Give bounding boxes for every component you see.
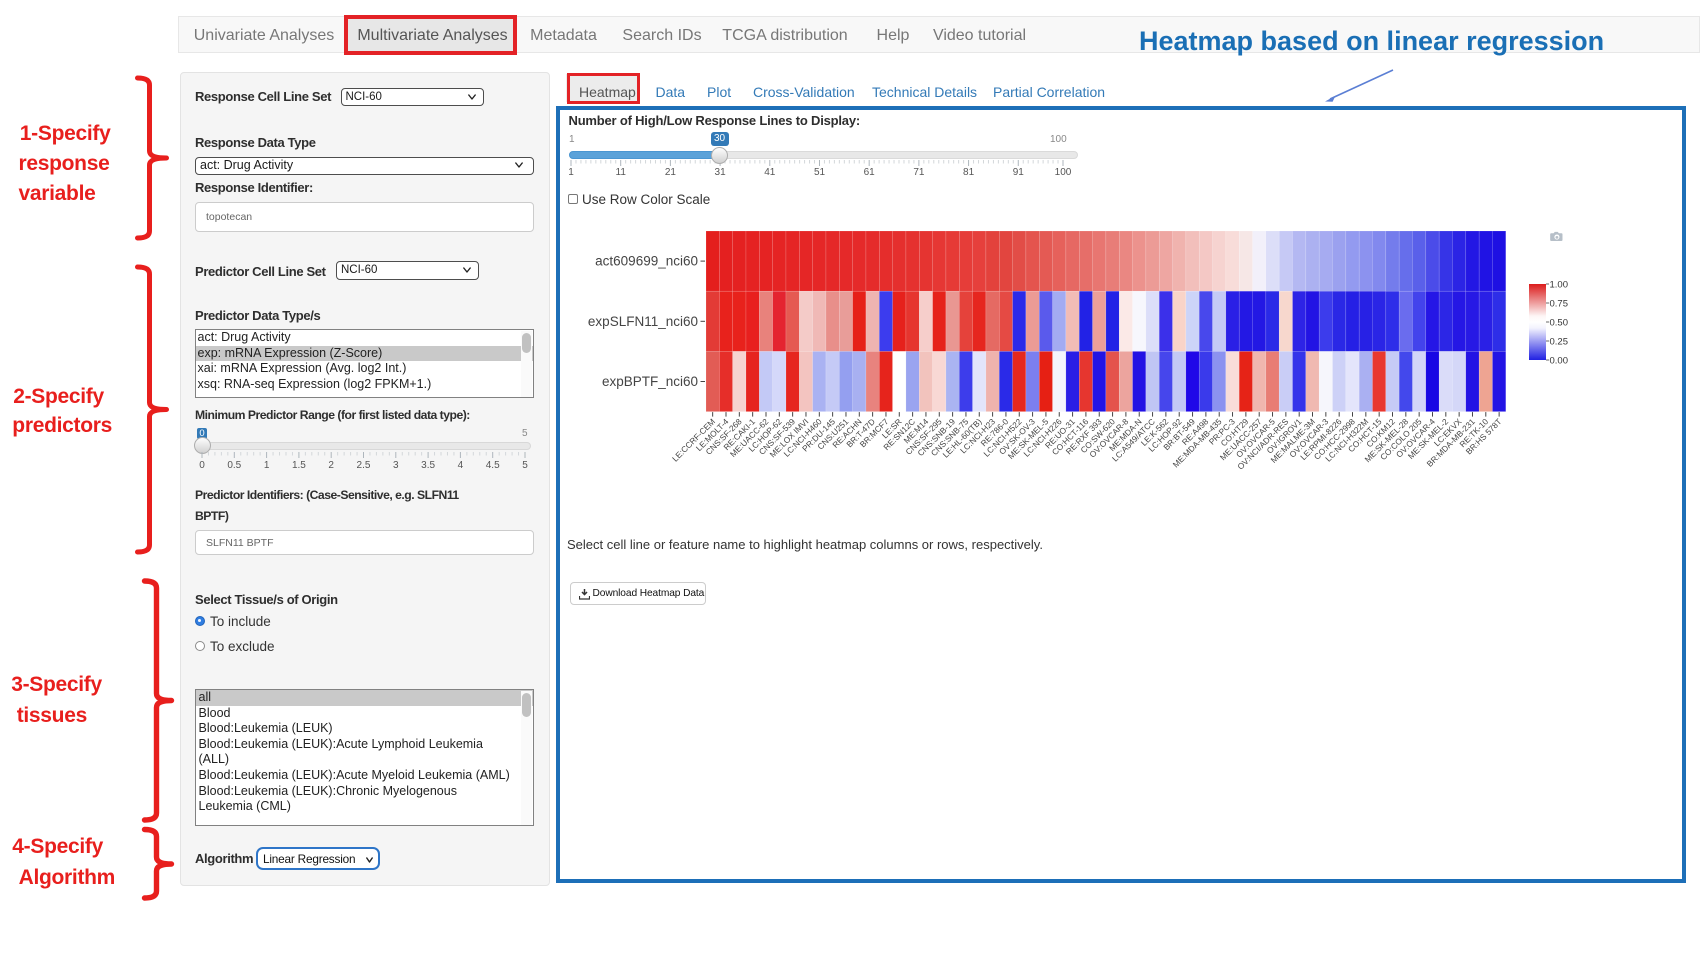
svg-text:act609699_nci60: act609699_nci60 <box>595 254 698 269</box>
svg-text:71: 71 <box>913 167 925 178</box>
svg-text:5: 5 <box>522 460 528 471</box>
svg-text:4: 4 <box>458 460 464 471</box>
svg-text:0.75: 0.75 <box>1550 299 1569 310</box>
svg-text:91: 91 <box>1013 167 1025 178</box>
svg-text:21: 21 <box>665 167 677 178</box>
svg-text:0.5: 0.5 <box>227 460 241 471</box>
svg-text:81: 81 <box>963 167 975 178</box>
svg-text:51: 51 <box>814 167 826 178</box>
svg-text:11: 11 <box>616 167 627 178</box>
svg-text:3.5: 3.5 <box>421 460 435 471</box>
svg-text:41: 41 <box>764 167 776 178</box>
svg-text:2.5: 2.5 <box>357 460 371 471</box>
svg-text:0.25: 0.25 <box>1550 337 1569 348</box>
svg-text:4.5: 4.5 <box>486 460 500 471</box>
svg-text:0.00: 0.00 <box>1550 356 1569 367</box>
svg-text:1: 1 <box>568 167 574 178</box>
svg-text:3: 3 <box>393 460 399 471</box>
svg-text:61: 61 <box>864 167 876 178</box>
svg-text:0.50: 0.50 <box>1550 318 1569 329</box>
svg-text:2: 2 <box>328 460 334 471</box>
svg-text:expBPTF_nci60: expBPTF_nci60 <box>602 374 698 389</box>
svg-text:expSLFN11_nci60: expSLFN11_nci60 <box>588 314 698 329</box>
svg-text:0: 0 <box>199 460 205 471</box>
svg-text:31: 31 <box>715 167 727 178</box>
svg-text:100: 100 <box>1055 167 1072 178</box>
svg-text:1: 1 <box>264 460 270 471</box>
svg-text:1.5: 1.5 <box>292 460 306 471</box>
svg-text:1.00: 1.00 <box>1550 280 1569 291</box>
